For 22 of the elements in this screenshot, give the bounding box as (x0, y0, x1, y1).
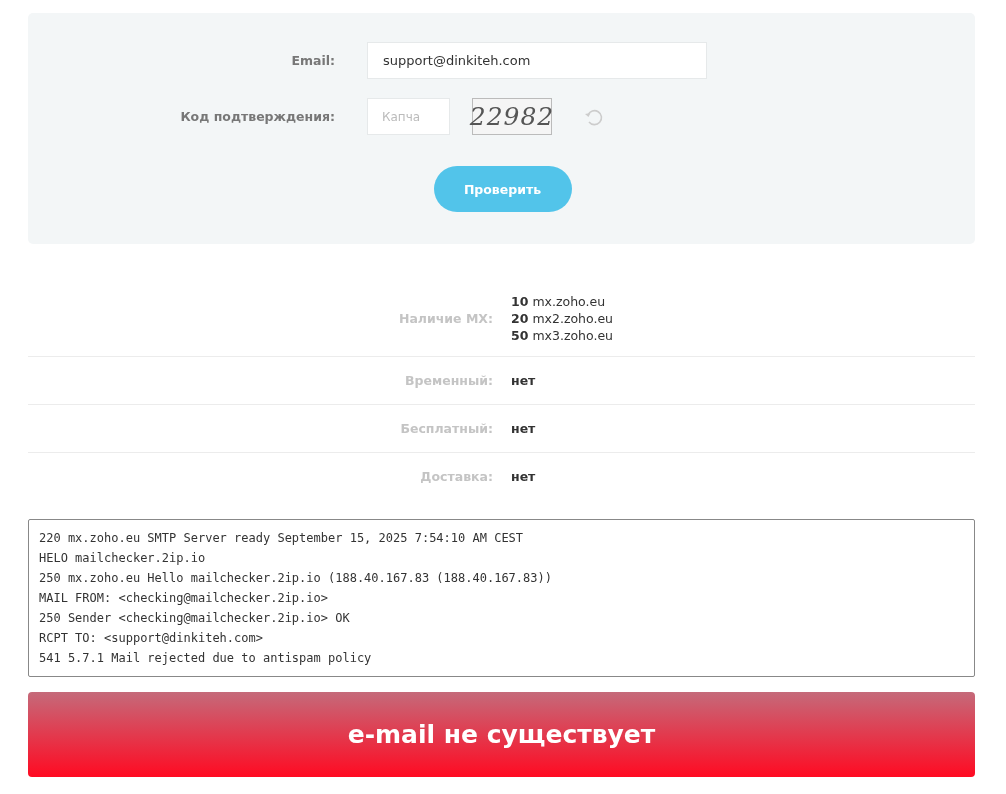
captcha-field[interactable]: Капча (367, 98, 450, 135)
result-value: 20 mx2.zoho.eu (511, 310, 615, 326)
result-label: Наличие MX: (398, 310, 493, 326)
log-line: MAIL FROM: <checking@mailchecker.2ip.io> (39, 590, 329, 606)
result-label: Доставка: (420, 469, 493, 484)
result-label: Бесплатный: (400, 421, 493, 436)
email-label: Email: (291, 53, 335, 68)
log-line: RCPT TO: <support@dinkiteh.com> (39, 630, 264, 646)
log-line: 250 mx.zoho.eu Hello mailchecker.2ip.io (188.40.167.83 (188.40.167.83)) (39, 570, 553, 586)
email-field[interactable]: support@dinkiteh.com (367, 42, 707, 79)
log-line: 220 mx.zoho.eu SMTP Server ready September 15, 2025 7:54:10 AM CEST (39, 530, 525, 546)
result-banner: e-mail не существует (28, 692, 975, 777)
result-value: нет (511, 469, 537, 484)
log-line: HELO mailchecker.2ip.io (39, 550, 207, 566)
result-label: Временный: (405, 373, 493, 388)
result-value: 10 mx.zoho.eu (511, 293, 607, 309)
log-line: 250 Sender <checking@mailchecker.2ip.io> OK (39, 610, 351, 626)
result-value: 50 mx3.zoho.eu (511, 327, 615, 343)
captcha-label: Код подтверждения: (180, 109, 335, 124)
result-value: нет (511, 421, 537, 436)
log-line: 541 5.7.1 Mail rejected due to antispam policy (39, 650, 373, 666)
result-value: нет (511, 373, 537, 388)
